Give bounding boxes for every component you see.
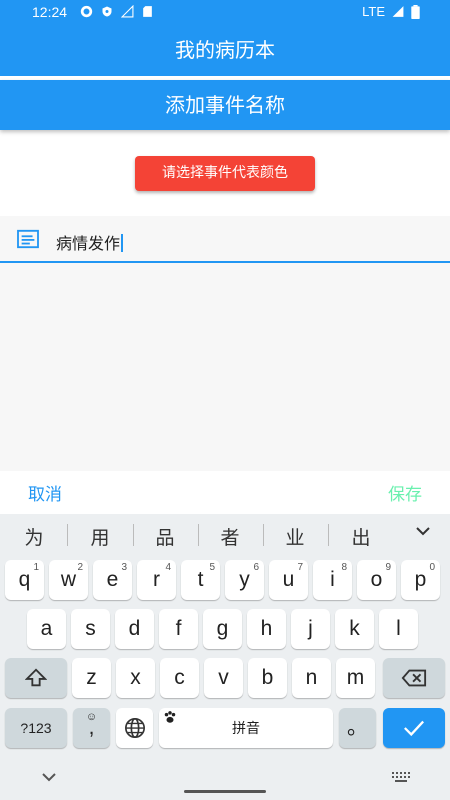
section-header: 添加事件名称 — [0, 80, 450, 130]
shift-key[interactable] — [5, 658, 67, 698]
hide-keyboard-icon[interactable] — [42, 772, 56, 782]
key-o[interactable]: o9 — [357, 560, 396, 600]
key-w[interactable]: w2 — [49, 560, 88, 600]
key-l[interactable]: l — [379, 609, 418, 649]
choose-color-button[interactable]: 请选择事件代表颜色 — [135, 156, 315, 191]
input-area: 病情发作 — [0, 216, 450, 471]
page-title: 我的病历本 — [175, 38, 275, 62]
keyboard-icon[interactable] — [392, 772, 410, 782]
key-label: e — [106, 568, 119, 591]
key-g[interactable]: g — [203, 609, 242, 649]
key-label: o — [370, 568, 383, 591]
text-caret — [121, 234, 124, 252]
key-x[interactable]: x — [116, 658, 155, 698]
signal-icon — [392, 6, 404, 17]
checkmark-icon — [404, 720, 425, 737]
status-time: 12:24 — [32, 4, 68, 20]
key-number-hint: 3 — [121, 562, 127, 573]
key-v[interactable]: v — [204, 658, 243, 698]
backspace-key[interactable] — [383, 658, 445, 698]
key-f[interactable]: f — [159, 609, 198, 649]
status-bar: 12:24 LTE — [0, 0, 450, 24]
event-name-input[interactable]: 病情发作 — [56, 230, 124, 254]
key-n[interactable]: n — [292, 658, 331, 698]
key-r[interactable]: r4 — [137, 560, 176, 600]
signal-off-icon — [121, 5, 134, 18]
key-m[interactable]: m — [336, 658, 375, 698]
note-icon — [17, 229, 39, 249]
suggestion-item[interactable]: 用 — [68, 523, 132, 550]
suggestion-bar: 为 用 品 者 业 出 — [0, 514, 450, 556]
key-number-hint: 8 — [341, 562, 347, 573]
key-c[interactable]: c — [160, 658, 199, 698]
enter-key[interactable] — [383, 708, 445, 748]
key-number-hint: 5 — [209, 562, 215, 573]
key-number-hint: 6 — [253, 562, 259, 573]
key-label: q — [18, 568, 31, 591]
key-number-hint: 2 — [77, 562, 83, 573]
suggestion-item[interactable]: 业 — [263, 523, 327, 550]
battery-icon — [411, 4, 420, 19]
suggestion-item[interactable]: 出 — [329, 523, 393, 550]
key-number-hint: 4 — [165, 562, 171, 573]
shift-icon — [24, 668, 48, 687]
key-t[interactable]: t5 — [181, 560, 220, 600]
gear-icon — [80, 5, 93, 18]
key-z[interactable]: z — [72, 658, 111, 698]
globe-icon — [124, 718, 145, 738]
space-key[interactable]: 拼音 — [159, 708, 333, 748]
key-number-hint: 1 — [33, 562, 39, 573]
period-key[interactable]: 。 — [339, 708, 376, 748]
network-type: LTE — [362, 4, 385, 19]
shield-icon — [102, 6, 112, 17]
chevron-down-icon[interactable] — [416, 526, 430, 536]
backspace-icon — [401, 669, 427, 687]
key-number-hint: 0 — [429, 562, 435, 573]
key-j[interactable]: j — [291, 609, 330, 649]
event-name-field[interactable]: 病情发作 — [0, 216, 450, 263]
choose-color-label: 请选择事件代表颜色 — [162, 165, 288, 181]
key-d[interactable]: d — [115, 609, 154, 649]
key-b[interactable]: b — [248, 658, 287, 698]
key-number-hint: 7 — [297, 562, 303, 573]
paw-icon — [164, 711, 176, 723]
key-p[interactable]: p0 — [401, 560, 440, 600]
suggestion-item[interactable]: 品 — [133, 523, 197, 550]
soft-keyboard: 为 用 品 者 业 出 q1w2e3r4t5y6u7i8o9p0 asdfghj… — [0, 514, 450, 800]
app-bar: 我的病历本 — [0, 24, 450, 76]
sd-card-icon — [143, 6, 152, 17]
suggestion-item[interactable]: 为 — [2, 523, 66, 550]
key-label: u — [282, 568, 295, 591]
navigation-bar — [0, 762, 450, 800]
space-label: 拼音 — [232, 720, 260, 736]
save-button[interactable]: 保存 — [388, 480, 422, 505]
key-label: p — [414, 568, 427, 591]
section-title: 添加事件名称 — [165, 93, 285, 117]
symbols-key[interactable]: ?123 — [5, 708, 67, 748]
emoji-icon: ☺ — [85, 711, 98, 723]
key-e[interactable]: e3 — [93, 560, 132, 600]
language-key[interactable] — [116, 708, 153, 748]
key-a[interactable]: a — [27, 609, 66, 649]
key-q[interactable]: q1 — [5, 560, 44, 600]
key-label: i — [330, 568, 335, 591]
key-i[interactable]: i8 — [313, 560, 352, 600]
key-number-hint: 9 — [385, 562, 391, 573]
key-y[interactable]: y6 — [225, 560, 264, 600]
cancel-button[interactable]: 取消 — [28, 480, 62, 505]
key-u[interactable]: u7 — [269, 560, 308, 600]
key-s[interactable]: s — [71, 609, 110, 649]
key-k[interactable]: k — [335, 609, 374, 649]
home-indicator[interactable] — [184, 790, 266, 793]
suggestion-item[interactable]: 者 — [198, 523, 262, 550]
key-label: t — [197, 568, 204, 591]
comma-key[interactable]: ☺ , — [73, 708, 110, 748]
key-label: w — [60, 568, 77, 591]
key-label: y — [239, 568, 250, 591]
key-label: r — [153, 568, 160, 591]
key-h[interactable]: h — [247, 609, 286, 649]
